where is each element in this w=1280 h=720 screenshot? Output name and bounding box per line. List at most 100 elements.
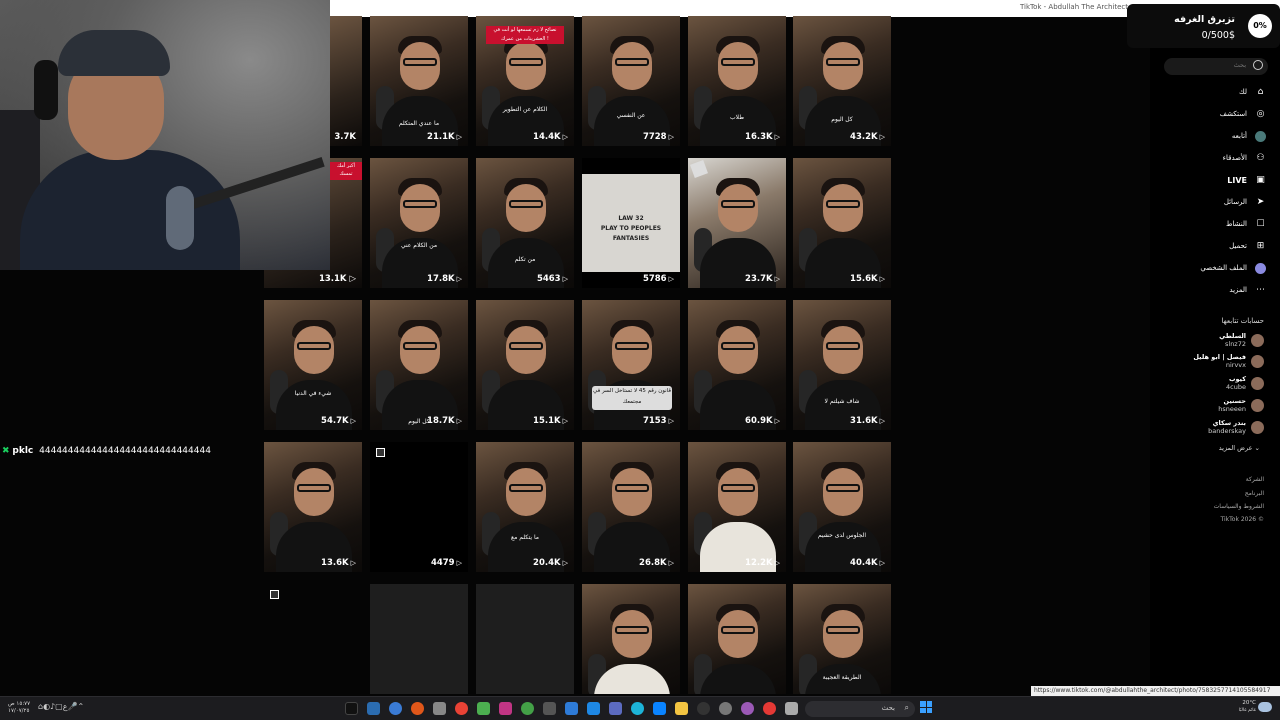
- inbox-icon: ☐: [1256, 218, 1265, 229]
- video-tile-loading[interactable]: [476, 584, 574, 694]
- nav-friends[interactable]: الأصدقاء ⚇: [1223, 151, 1266, 165]
- nav-label: الأصدقاء: [1222, 154, 1247, 162]
- video-caption: الطريقة العجيبة: [822, 674, 862, 681]
- account-avatar: [1251, 398, 1264, 412]
- weather-widget[interactable]: 20°C غائم غالبًا: [1238, 700, 1256, 714]
- video-tile[interactable]: 26.8K ▷: [582, 442, 680, 572]
- app-icon[interactable]: [521, 702, 534, 715]
- view-count: 21.1K ▷: [427, 132, 462, 142]
- play-icon: ▷: [562, 133, 568, 141]
- account-username: banderskay: [1208, 427, 1246, 435]
- system-tray-icons[interactable]: ⌂◐♪▢ع🎤⌃: [38, 702, 84, 711]
- video-tile[interactable]: 15.1K ▷: [476, 300, 574, 430]
- video-tile[interactable]: نصائح لا زم تسمعها لو أنت في العشرينات م…: [476, 16, 574, 146]
- clock[interactable]: ١٥:٧٧ ص ١٧/٠٧/٢٥: [8, 701, 30, 715]
- nav-upload[interactable]: تحميل ⊞: [1229, 239, 1266, 253]
- app-icon[interactable]: [763, 702, 776, 715]
- app-icon[interactable]: [411, 702, 424, 715]
- app-icon[interactable]: [389, 702, 402, 715]
- footer-terms[interactable]: الشروط والسياسات: [1214, 503, 1264, 510]
- account-username: hsneeen: [1218, 405, 1246, 413]
- video-tile[interactable]: طلاب 16.3K ▷: [688, 16, 786, 146]
- search-icon[interactable]: [1253, 60, 1263, 70]
- home-icon: ⌂: [1257, 86, 1264, 97]
- video-tile[interactable]: من تكلم 5463 ▷: [476, 158, 574, 288]
- video-tile[interactable]: شيء في الدنيا 54.7K ▷: [264, 300, 362, 430]
- video-tile[interactable]: عن النفسي 7728 ▷: [582, 16, 680, 146]
- video-tile[interactable]: شاف شيلتم لا 31.6K ▷: [793, 300, 891, 430]
- nav-activity[interactable]: النشاط ☐: [1226, 217, 1266, 231]
- app-icon[interactable]: [587, 702, 600, 715]
- video-tile[interactable]: 4479 ▷: [370, 442, 468, 572]
- app-icon[interactable]: [477, 702, 490, 715]
- nav-for-you[interactable]: لك ⌂: [1239, 85, 1266, 99]
- play-icon: ▷: [879, 559, 885, 567]
- following-account[interactable]: حسنين hsneeen: [1218, 396, 1264, 414]
- edge-icon[interactable]: [631, 702, 644, 715]
- video-tile[interactable]: LAW 32 PLAY TO PEOPLES FANTASIES 5786 ▷: [582, 158, 680, 288]
- nav-label: لك: [1238, 88, 1247, 96]
- app-icon[interactable]: [543, 702, 556, 715]
- nav-more[interactable]: المزيد ⋯: [1229, 283, 1266, 297]
- nav-live[interactable]: LIVE ▣: [1227, 173, 1266, 187]
- nav-explore[interactable]: استكشف ◎: [1220, 107, 1266, 121]
- windows-taskbar: ١٥:٧٧ ص ١٧/٠٧/٢٥ ⌂◐♪▢ع🎤⌃ بحث ⌕ 20°C غائم غ…: [0, 696, 1280, 720]
- law-subtitle: PLAY TO PEOPLES FANTASIES: [600, 225, 662, 242]
- account-avatar: [1251, 420, 1264, 434]
- nav-following[interactable]: أتابعه: [1232, 129, 1266, 143]
- nav-profile[interactable]: الملف الشخصي: [1200, 261, 1266, 275]
- folder-icon[interactable]: [675, 702, 688, 715]
- tiktok-app-icon[interactable]: [345, 702, 358, 715]
- taskbar-search[interactable]: بحث ⌕: [805, 701, 915, 717]
- app-icon[interactable]: [697, 702, 710, 715]
- play-icon: ▷: [350, 559, 356, 567]
- teams-icon[interactable]: [609, 702, 622, 715]
- store-icon[interactable]: [653, 702, 666, 715]
- video-tile[interactable]: 13.6K ▷: [264, 442, 362, 572]
- video-tile[interactable]: قانون رقم 45 لا تستاخل السر في مجتمعك 71…: [582, 300, 680, 430]
- view-count: 13.1K ▷: [318, 274, 356, 284]
- app-icon[interactable]: [433, 702, 446, 715]
- video-caption: من الكلام عني: [400, 242, 438, 249]
- nav-label: LIVE: [1227, 175, 1247, 185]
- following-account[interactable]: فيصل | ابو هليل nirvvx: [1193, 352, 1264, 370]
- video-tile[interactable]: 12.2K ▷: [688, 442, 786, 572]
- video-tile[interactable]: 3.7K: [330, 16, 362, 146]
- nav-messages[interactable]: الرسائل ➤: [1224, 195, 1266, 209]
- video-tile[interactable]: [582, 584, 680, 694]
- nav-label: تحميل: [1229, 242, 1247, 250]
- footer-company[interactable]: الشركة: [1246, 476, 1264, 483]
- following-account[interactable]: كيوب 4cube: [1226, 374, 1264, 392]
- app-icon[interactable]: [367, 702, 380, 715]
- video-caption: شاف شيلتم لا: [824, 398, 860, 405]
- video-tile[interactable]: ما يتكلم مع 20.4K ▷: [476, 442, 574, 572]
- show-more-link[interactable]: عرض المزيد ⌄: [1219, 444, 1260, 452]
- chrome-icon[interactable]: [455, 702, 468, 715]
- search-input[interactable]: بحث: [1164, 58, 1268, 75]
- video-tile[interactable]: 60.9K ▷: [688, 300, 786, 430]
- video-tile-loading[interactable]: [370, 584, 468, 694]
- footer-program[interactable]: البرنامج: [1245, 490, 1264, 497]
- view-count: 15.1K ▷: [533, 416, 568, 426]
- app-icon[interactable]: [785, 702, 798, 715]
- following-account[interactable]: السلطي slnz72: [1219, 331, 1264, 349]
- send-icon: ➤: [1256, 196, 1265, 207]
- law-title: LAW 32: [618, 215, 644, 222]
- view-count: 17.8K ▷: [427, 274, 462, 284]
- video-tile[interactable]: من الكلام عني 17.8K ▷: [370, 158, 468, 288]
- app-icon[interactable]: [565, 702, 578, 715]
- windows-start-icon[interactable]: [920, 701, 932, 713]
- play-icon: ▷: [879, 133, 885, 141]
- video-tile[interactable]: 15.6K ▷: [793, 158, 891, 288]
- video-tile[interactable]: الطريقة العجيبة: [793, 584, 891, 694]
- video-tile[interactable]: كل اليوم 18.7K ▷: [370, 300, 468, 430]
- video-tile[interactable]: ما عندي المتكلم 21.1K ▷: [370, 16, 468, 146]
- video-tile[interactable]: 23.7K ▷: [688, 158, 786, 288]
- video-tile[interactable]: [688, 584, 786, 694]
- instagram-icon[interactable]: [499, 702, 512, 715]
- video-tile[interactable]: الجلوس لدى حشيم 40.4K ▷: [793, 442, 891, 572]
- app-icon[interactable]: [719, 702, 732, 715]
- video-tile[interactable]: كل اليوم 43.2K ▷: [793, 16, 891, 146]
- app-icon[interactable]: [741, 702, 754, 715]
- following-account[interactable]: بندر سكاي banderskay: [1208, 418, 1264, 436]
